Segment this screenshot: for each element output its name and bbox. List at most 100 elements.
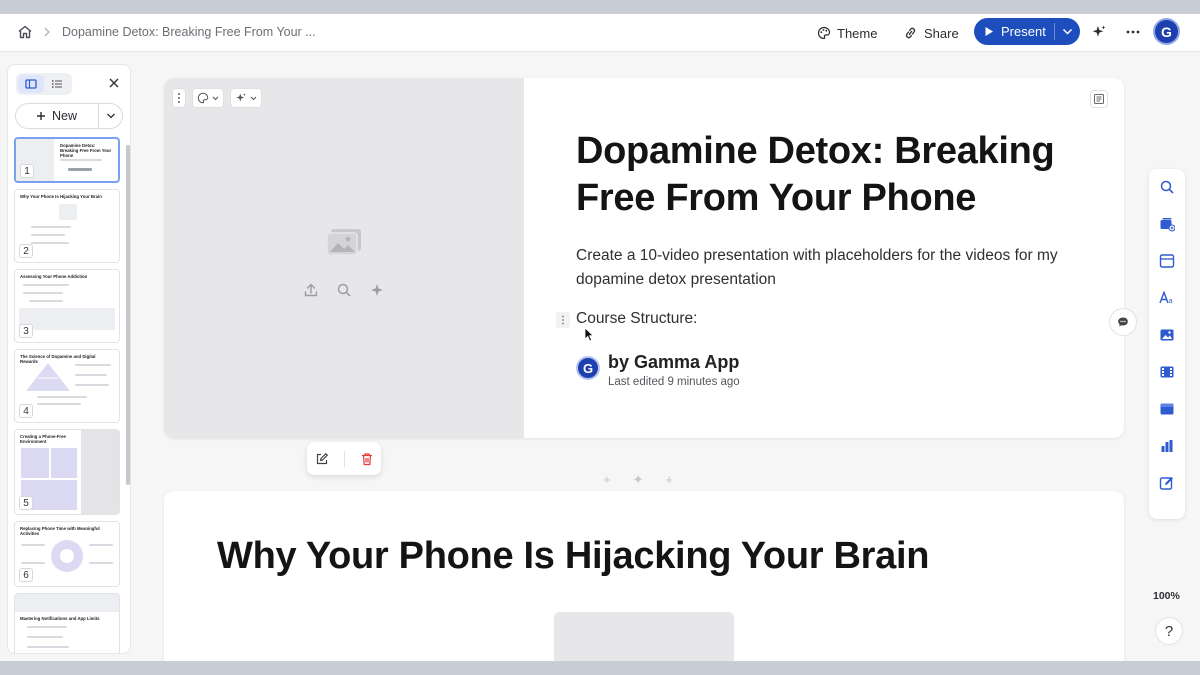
top-bar: Dopamine Detox: Breaking Free From Your … xyxy=(0,14,1200,52)
popover-divider xyxy=(343,450,345,467)
share-button[interactable]: Share xyxy=(903,22,959,44)
vertical-dots-icon xyxy=(178,93,180,103)
block-drag-handle[interactable] xyxy=(556,312,570,328)
comment-icon xyxy=(1118,317,1128,327)
thumb-title: Why Your Phone Is Hijacking Your Brain xyxy=(20,194,102,199)
theme-label: Theme xyxy=(837,25,878,41)
palette-icon xyxy=(817,26,831,40)
thumb-text-line xyxy=(89,544,113,546)
thumb-number: 6 xyxy=(19,568,33,582)
content-card-2[interactable]: Why Your Phone Is Hijacking Your Brain xyxy=(164,491,1124,661)
slide-thumbnail-4[interactable]: The Science of Dopamine and Digital Rewa… xyxy=(14,349,120,423)
course-structure-text[interactable]: Course Structure: xyxy=(576,310,697,328)
slide-thumbnail-3[interactable]: Assessing Your Phone Addiction 3 xyxy=(14,269,120,343)
trash-icon[interactable] xyxy=(360,452,374,466)
video-icon[interactable] xyxy=(1159,364,1175,380)
thumb-text-line xyxy=(27,636,63,638)
add-more-icon[interactable]: + xyxy=(666,472,674,488)
thumb-text-line xyxy=(75,364,111,366)
link-icon xyxy=(905,27,916,39)
thumb-block xyxy=(51,448,77,478)
thumb-title: Dopamine Detox: Breaking Free From Your … xyxy=(60,143,112,158)
search-icon[interactable] xyxy=(1159,179,1175,195)
add-card-icon[interactable] xyxy=(1159,216,1175,232)
zoom-level[interactable]: 100% xyxy=(1153,590,1180,602)
chart-icon[interactable] xyxy=(1159,438,1175,454)
notes-icon xyxy=(1094,94,1104,104)
card-style-button[interactable] xyxy=(192,88,224,108)
thumb-text-line xyxy=(75,374,107,376)
plus-icon xyxy=(37,112,45,120)
close-icon[interactable] xyxy=(108,77,120,89)
thumb-image-area xyxy=(15,594,119,612)
home-icon[interactable] xyxy=(17,24,33,40)
ai-sparkle-icon xyxy=(236,93,246,102)
slide-thumbnail-2[interactable]: Why Your Phone Is Hijacking Your Brain 2 xyxy=(14,189,120,263)
slide-thumbnail-6[interactable]: Replacing Phone Time with Meaningful Act… xyxy=(14,521,120,587)
insert-toolbar: a xyxy=(1149,169,1185,519)
thumb-text-line xyxy=(23,284,69,286)
thumb-title: Creating a Phone-Free Environment xyxy=(20,434,66,444)
present-dropdown[interactable] xyxy=(1055,28,1080,35)
add-card-icon[interactable]: + xyxy=(603,472,611,488)
breadcrumb-title[interactable]: Dopamine Detox: Breaking Free From Your … xyxy=(62,25,316,39)
present-button[interactable]: Present xyxy=(974,18,1080,45)
slides-sidebar: New Dopamine Detox: Breaking Free From Y… xyxy=(7,64,131,654)
thumb-text-line xyxy=(21,562,45,564)
edit-icon[interactable] xyxy=(315,452,329,466)
theme-button[interactable]: Theme xyxy=(817,22,877,44)
card-description[interactable]: Create a 10-video presentation with plac… xyxy=(576,244,1076,292)
search-icon[interactable] xyxy=(336,282,352,298)
ai-sparkle-icon[interactable] xyxy=(1091,24,1107,40)
thumb-number: 5 xyxy=(19,496,33,510)
list-view-toggle[interactable] xyxy=(44,75,70,93)
card-view-toggle[interactable] xyxy=(18,75,44,93)
thumbnail-list: Dopamine Detox: Breaking Free From Your … xyxy=(14,137,120,653)
card-title[interactable]: Dopamine Detox: Breaking Free From Your … xyxy=(576,128,1076,222)
image-icon[interactable] xyxy=(1159,327,1175,343)
help-button[interactable]: ? xyxy=(1155,617,1183,645)
ai-sparkle-icon[interactable] xyxy=(369,282,385,298)
thumb-text-line xyxy=(23,292,63,294)
card-title[interactable]: Why Your Phone Is Hijacking Your Brain xyxy=(217,535,929,578)
chevron-down-icon xyxy=(106,113,115,119)
grid-view-icon xyxy=(25,79,37,89)
text-style-icon[interactable]: a xyxy=(1159,290,1175,306)
card-ai-button[interactable] xyxy=(230,88,262,108)
thumb-number: 1 xyxy=(20,164,34,178)
new-main[interactable]: New xyxy=(16,109,98,123)
slide-thumbnail-5[interactable]: Creating a Phone-Free Environment 5 xyxy=(14,429,120,515)
image-placeholder[interactable] xyxy=(554,612,734,661)
upload-icon[interactable] xyxy=(303,282,319,298)
more-options-icon[interactable] xyxy=(1125,24,1141,40)
ai-add-card-icon[interactable]: ✦ xyxy=(633,472,644,488)
thumb-number: 4 xyxy=(19,404,33,418)
chevron-down-icon xyxy=(1062,28,1073,35)
thumb-text-line xyxy=(27,646,69,648)
card-menu-button[interactable] xyxy=(172,88,186,108)
title-card[interactable]: Dopamine Detox: Breaking Free From Your … xyxy=(164,78,1124,438)
sidebar-scrollbar[interactable] xyxy=(126,145,130,485)
new-card-button[interactable]: New xyxy=(15,103,123,129)
thumb-image-area xyxy=(19,308,115,330)
form-edit-icon[interactable] xyxy=(1159,475,1175,491)
author-name[interactable]: by Gamma App xyxy=(608,352,739,373)
author-avatar: G xyxy=(576,356,600,380)
comment-button[interactable] xyxy=(1109,308,1137,336)
thumb-cycle-diagram xyxy=(51,540,83,572)
slide-thumbnail-1[interactable]: Dopamine Detox: Breaking Free From Your … xyxy=(14,137,120,183)
chevron-right-icon xyxy=(44,27,50,37)
embed-icon[interactable] xyxy=(1159,401,1175,417)
image-edit-popover xyxy=(307,442,381,475)
app-window: Dopamine Detox: Breaking Free From Your … xyxy=(0,14,1200,661)
thumb-text-line xyxy=(68,168,92,171)
thumb-block xyxy=(21,448,49,478)
present-main[interactable]: Present xyxy=(974,18,1054,45)
layout-icon[interactable] xyxy=(1159,253,1175,269)
thumb-text-line xyxy=(37,396,87,398)
slide-thumbnail-7[interactable]: Mastering Notifications and App Limits 7 xyxy=(14,593,120,653)
image-placeholder-panel[interactable] xyxy=(164,78,524,438)
user-avatar[interactable]: G xyxy=(1153,18,1180,45)
new-dropdown[interactable] xyxy=(99,113,122,119)
card-notes-button[interactable] xyxy=(1090,90,1108,108)
